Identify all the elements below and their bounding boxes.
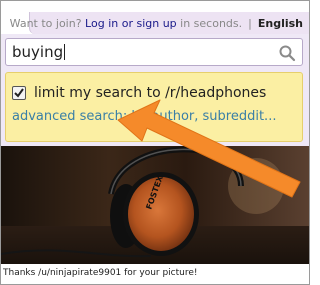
login-signup-link[interactable]: Log in or sign up — [85, 17, 177, 30]
checkmark-icon — [14, 88, 24, 98]
separator: | — [248, 16, 252, 30]
restrict-checkbox[interactable] — [12, 86, 26, 100]
headphones-image: FOSTEX — [1, 146, 309, 264]
restrict-label: limit my search to /r/headphones — [34, 85, 267, 101]
header-photo: FOSTEX — [1, 146, 309, 264]
search-area: limit my search to /r/headphones advance… — [1, 34, 309, 146]
search-input[interactable] — [12, 42, 272, 62]
language-selector[interactable]: English — [258, 17, 303, 30]
text-caret — [64, 44, 65, 60]
advanced-search-link[interactable]: advanced search: by author, subreddit... — [12, 109, 276, 124]
search-icon[interactable] — [278, 44, 296, 62]
restrict-search-row[interactable]: limit my search to /r/headphones — [12, 83, 266, 103]
search-box[interactable] — [5, 38, 303, 66]
search-options-panel: limit my search to /r/headphones advance… — [5, 72, 303, 142]
photo-credit: Thanks /u/ninjapirate9901 for your pictu… — [1, 264, 309, 284]
login-strip: Want to join? Log in or sign up in secon… — [10, 12, 309, 34]
join-prompt: Want to join? — [9, 16, 82, 30]
top-bar: Want to join? Log in or sign up in secon… — [1, 1, 309, 34]
screenshot-frame: Want to join? Log in or sign up in secon… — [0, 0, 310, 285]
join-suffix: in seconds. — [180, 16, 243, 30]
